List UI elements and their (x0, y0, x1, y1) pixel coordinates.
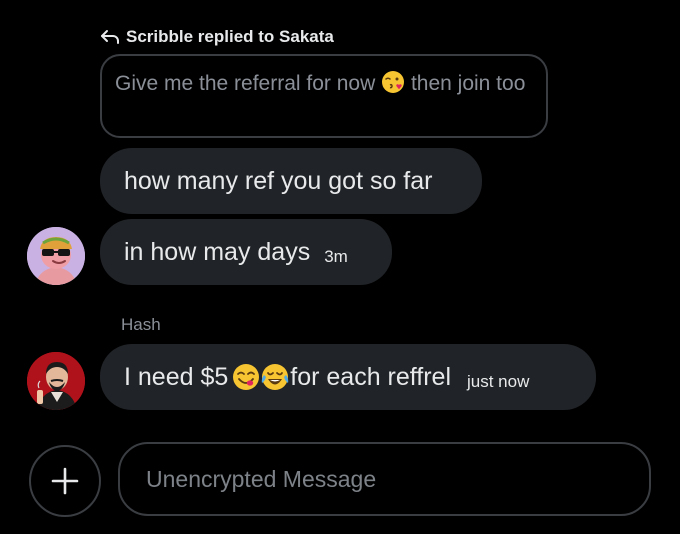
reply-header-text: Scribble replied to Sakata (126, 27, 334, 46)
add-attachment-button[interactable] (29, 445, 101, 517)
message-text: how many ref you got so far (124, 166, 433, 195)
red-man-avatar-icon (27, 352, 85, 410)
message-text: in how may days (124, 237, 311, 266)
quoted-text-part-2: then join too (405, 72, 526, 95)
sunglasses-pink-avatar-icon (27, 227, 85, 285)
message-composer[interactable] (118, 442, 651, 516)
face-savoring-food-icon (233, 364, 260, 390)
reply-arrow-icon (101, 30, 119, 44)
plus-icon (51, 467, 79, 495)
message-timestamp: 3m (324, 247, 348, 266)
message-text-part-1: I need $5 (124, 362, 229, 391)
message-text-part-2: for each reffrel (290, 362, 451, 391)
reply-context-header[interactable]: Scribble replied to Sakata (100, 24, 334, 50)
message-bubble[interactable]: I need $5 for each reffrel just now (100, 344, 596, 410)
face-with-tears-of-joy-icon (262, 364, 289, 390)
quoted-message[interactable]: Give me the referral for now then join t… (100, 54, 548, 138)
face-blowing-a-kiss-icon (382, 71, 405, 93)
message-bubble[interactable]: in how may days 3m (100, 219, 392, 285)
sender-name[interactable]: Hash (121, 315, 161, 335)
quoted-text-part-1: Give me the referral for now (115, 72, 382, 95)
message-input[interactable] (146, 465, 649, 493)
message-timestamp: just now (467, 372, 530, 391)
avatar[interactable] (27, 227, 85, 285)
avatar[interactable] (27, 352, 85, 410)
message-bubble[interactable]: how many ref you got so far (100, 148, 482, 214)
